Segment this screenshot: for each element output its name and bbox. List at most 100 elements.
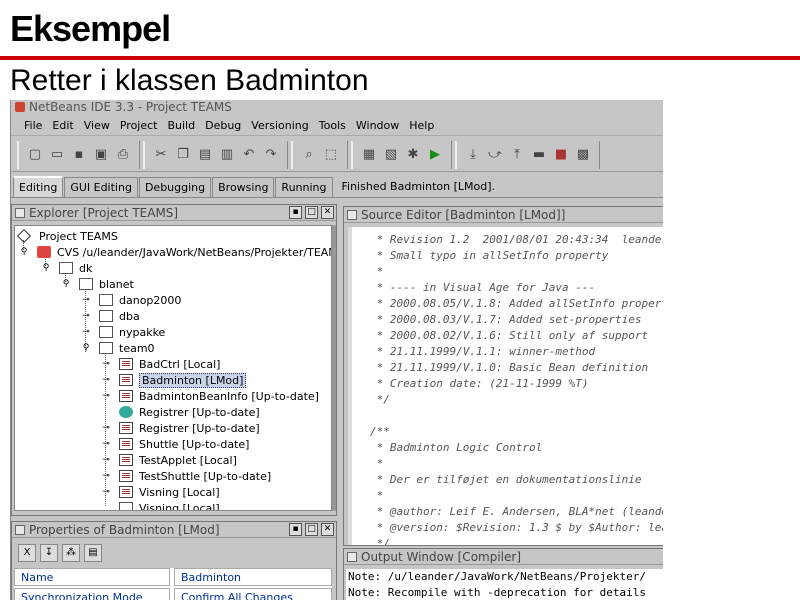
menu-view[interactable]: View <box>79 119 115 132</box>
tree-node-project[interactable]: Project TEAMS <box>16 228 118 244</box>
tree-node-badctrl[interactable]: ⊸ BadCtrl [Local] <box>101 356 220 372</box>
tab-browsing[interactable]: Browsing <box>212 177 275 197</box>
print-icon[interactable]: ⎙ <box>113 145 133 165</box>
minimize-button[interactable]: ▪ <box>289 206 302 219</box>
collapse-handle-icon[interactable]: ⊸ <box>101 487 111 497</box>
delete-icon[interactable]: ▥ <box>217 145 237 165</box>
close-button[interactable]: ✕ <box>321 523 334 536</box>
redo-icon[interactable]: ↷ <box>261 145 281 165</box>
tab-running[interactable]: Running <box>275 177 333 197</box>
tree-node-nypakke[interactable]: ⊸ nypakke <box>81 324 165 340</box>
unsorted-icon[interactable]: X <box>18 544 36 562</box>
paste-icon[interactable]: ▤ <box>195 145 215 165</box>
cut-icon[interactable]: ✂ <box>151 145 171 165</box>
open-file-icon[interactable]: ▭ <box>47 145 67 165</box>
tree-node-registrer-form[interactable]: Registrer [Up-to-date] <box>119 404 260 420</box>
output-header[interactable]: Output Window [Compiler] <box>344 549 663 565</box>
menu-edit[interactable]: Edit <box>47 119 78 132</box>
collapse-handle-icon[interactable]: ⊸ <box>101 455 111 465</box>
undo-icon[interactable]: ↶ <box>239 145 259 165</box>
collapse-handle-icon[interactable]: ⊸ <box>81 295 91 305</box>
run-icon[interactable]: ▶ <box>425 145 445 165</box>
menu-build[interactable]: Build <box>162 119 200 132</box>
stop-debug-icon[interactable]: ■ <box>551 145 571 165</box>
properties-header[interactable]: Properties of Badminton [LMod] <box>12 522 336 538</box>
menu-window[interactable]: Window <box>351 119 404 132</box>
sort-by-type-icon[interactable]: ⁂ <box>62 544 80 562</box>
step-into-icon[interactable]: ⤓ <box>463 145 483 165</box>
tab-editing[interactable]: Editing <box>13 176 64 197</box>
expand-handle-icon[interactable]: ⚲ <box>81 343 91 353</box>
sort-by-name-icon[interactable]: ↧ <box>40 544 58 562</box>
folder-icon <box>79 278 93 290</box>
table-row[interactable]: Name Badminton <box>14 568 332 586</box>
menu-file[interactable]: File <box>19 119 47 132</box>
editor-title: Source Editor [Badminton [LMod]] <box>361 207 566 222</box>
copy-icon[interactable]: ❐ <box>173 145 193 165</box>
collapse-handle-icon[interactable]: ⊸ <box>81 311 91 321</box>
expand-handle-icon[interactable]: ⚲ <box>19 247 29 257</box>
maximize-button[interactable]: □ <box>305 206 318 219</box>
tab-debugging[interactable]: Debugging <box>138 177 212 197</box>
watch-icon[interactable]: ▩ <box>573 145 593 165</box>
menu-tools[interactable]: Tools <box>314 119 351 132</box>
tree-node-cvs[interactable]: ⚲ CVS /u/leander/JavaWork/NetBeans/Proje… <box>19 244 331 260</box>
slide-title-rule <box>0 56 800 60</box>
filter-icon[interactable]: ▤ <box>84 544 102 562</box>
clean-icon[interactable]: ✱ <box>403 145 423 165</box>
tree-node-dba[interactable]: ⊸ dba <box>81 308 140 324</box>
collapse-handle-icon[interactable]: ⊸ <box>101 439 111 449</box>
step-over-icon[interactable]: ⤻ <box>485 145 505 165</box>
editor-header[interactable]: Source Editor [Badminton [LMod]] <box>344 207 663 223</box>
build-icon[interactable]: ▧ <box>381 145 401 165</box>
maximize-button[interactable]: □ <box>305 523 318 536</box>
explorer-panel: Explorer [Project TEAMS] ▪ □ ✕ Project T… <box>11 204 337 516</box>
property-value[interactable]: Badminton <box>174 568 332 586</box>
breakpoint-icon[interactable]: ▬ <box>529 145 549 165</box>
collapse-handle-icon[interactable]: ⊸ <box>101 359 111 369</box>
workspace-tabs: Editing GUI Editing Debugging Browsing R… <box>11 176 663 198</box>
explorer-header[interactable]: Explorer [Project TEAMS] <box>12 205 336 221</box>
tree-node-shuttle[interactable]: ⊸ Shuttle [Up-to-date] <box>101 436 249 452</box>
output-window-panel: Output Window [Compiler] Note: /u/leande… <box>343 548 663 600</box>
window-titlebar[interactable]: NetBeans IDE 3.3 - Project TEAMS <box>11 100 663 114</box>
tree-node-registrer[interactable]: ⊸ Registrer [Up-to-date] <box>101 420 259 436</box>
tree-node-badmintonbeaninfo[interactable]: ⊸ BadmintonBeanInfo [Up-to-date] <box>101 388 319 404</box>
menu-debug[interactable]: Debug <box>200 119 246 132</box>
close-button[interactable]: ✕ <box>321 206 334 219</box>
new-file-icon[interactable]: ▢ <box>25 145 45 165</box>
collapse-handle-icon[interactable]: ⊸ <box>101 423 111 433</box>
step-out-icon[interactable]: ⤒ <box>507 145 527 165</box>
tree-node-team0[interactable]: ⚲ team0 <box>81 340 155 356</box>
minimize-button[interactable]: ▪ <box>289 523 302 536</box>
property-value[interactable]: Confirm All Changes <box>174 588 332 600</box>
find-replace-icon[interactable]: ⬚ <box>321 145 341 165</box>
collapse-handle-icon[interactable]: ⊸ <box>101 391 111 401</box>
save-icon[interactable]: ▪ <box>69 145 89 165</box>
collapse-handle-icon[interactable]: ⊸ <box>101 471 111 481</box>
code-area[interactable]: * Revision 1.2 2001/08/01 20:43:34 leand… <box>348 227 663 545</box>
expand-handle-icon[interactable]: ⚲ <box>41 263 51 273</box>
tree-node-dk[interactable]: ⚲ dk <box>41 260 93 276</box>
tree-node-danop2000[interactable]: ⊸ danop2000 <box>81 292 181 308</box>
save-all-icon[interactable]: ▣ <box>91 145 111 165</box>
tree-node-visning-form[interactable]: Visning [Local] <box>119 500 220 510</box>
tree-node-visning[interactable]: ⊸ Visning [Local] <box>101 484 219 500</box>
code-line: * 2000.08.05/V.1.8: Added allSetInfo pro… <box>370 297 663 310</box>
tree-node-testshuttle[interactable]: ⊸ TestShuttle [Up-to-date] <box>101 468 271 484</box>
find-icon[interactable]: ⌕ <box>299 145 319 165</box>
tree-node-badminton[interactable]: ⊸ Badminton [LMod] <box>101 372 247 388</box>
table-row[interactable]: Synchronization Mode Confirm All Changes <box>14 588 332 600</box>
menu-help[interactable]: Help <box>404 119 439 132</box>
tab-gui-editing[interactable]: GUI Editing <box>64 177 138 197</box>
tree-node-testapplet[interactable]: ⊸ TestApplet [Local] <box>101 452 237 468</box>
collapse-handle-icon[interactable]: ⊸ <box>81 327 91 337</box>
expand-handle-icon[interactable]: ⚲ <box>61 279 71 289</box>
menu-project[interactable]: Project <box>115 119 163 132</box>
explorer-scrollbar[interactable] <box>332 225 336 511</box>
output-area[interactable]: Note: /u/leander/JavaWork/NetBeans/Proje… <box>346 569 663 600</box>
menu-versioning[interactable]: Versioning <box>246 119 313 132</box>
tree-node-blanet[interactable]: ⚲ blanet <box>61 276 134 292</box>
compile-icon[interactable]: ▦ <box>359 145 379 165</box>
collapse-handle-icon[interactable]: ⊸ <box>101 375 111 385</box>
